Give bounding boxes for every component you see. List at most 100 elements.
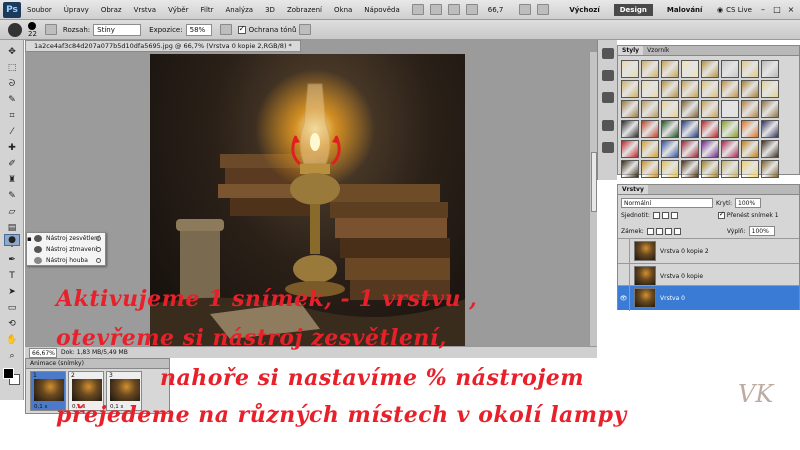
menu-file[interactable]: Soubor [27, 6, 52, 14]
brush-tool-icon[interactable]: ✐ [4, 158, 20, 170]
style-swatch[interactable] [761, 100, 779, 118]
flyout-item-sponge[interactable]: Nástroj houba [27, 255, 105, 266]
style-swatch[interactable] [721, 120, 739, 138]
document-tab[interactable]: 1a2ce4af3c84d207a077b5d10dfa5695.jpg @ 6… [25, 40, 301, 52]
frame-delay[interactable]: 0,1 s [34, 404, 47, 410]
tab-layers[interactable]: Vrstvy [618, 185, 648, 194]
type-tool-icon[interactable]: T [4, 270, 20, 282]
style-swatch[interactable] [641, 80, 659, 98]
unify-visibility-icon[interactable] [661, 212, 669, 219]
shape-tool-icon[interactable]: ▭ [4, 302, 20, 314]
menu-edit[interactable]: Úpravy [64, 6, 89, 14]
style-swatch[interactable] [701, 100, 719, 118]
style-swatch[interactable] [681, 100, 699, 118]
style-swatch[interactable] [641, 60, 659, 78]
menu-3d[interactable]: 3D [265, 6, 275, 14]
marquee-tool-icon[interactable]: ⬚ [4, 62, 20, 74]
style-swatch[interactable] [741, 80, 759, 98]
style-swatch[interactable] [621, 100, 639, 118]
menu-help[interactable]: Nápověda [364, 6, 399, 14]
maximize-button[interactable]: □ [772, 5, 782, 15]
lock-transparency-icon[interactable] [646, 227, 654, 235]
propagate-frame-checkbox[interactable] [717, 210, 725, 219]
eraser-tool-icon[interactable]: ▱ [4, 206, 20, 218]
unify-style-icon[interactable] [670, 212, 678, 219]
lock-pixels-icon[interactable] [655, 227, 663, 235]
move-tool-icon[interactable]: ✥ [4, 46, 20, 58]
blend-mode-select[interactable]: Normální [621, 198, 713, 208]
style-swatch[interactable] [641, 140, 659, 158]
style-swatch[interactable] [661, 100, 679, 118]
dodge-tool-icon[interactable] [8, 22, 22, 37]
menu-window[interactable]: Okna [334, 6, 352, 14]
layer-row-selected[interactable]: 👁 Vrstva 0 [618, 285, 799, 311]
lock-all-icon[interactable] [673, 227, 681, 235]
actions-panel-icon[interactable] [602, 70, 614, 81]
style-swatch[interactable] [661, 120, 679, 138]
fill-input[interactable]: 100% [748, 226, 775, 236]
style-swatch[interactable] [741, 100, 759, 118]
brush-panel-icon[interactable] [44, 24, 57, 35]
3d-rotate-tool-icon[interactable]: ⟲ [4, 318, 20, 330]
range-select[interactable]: Stíny [93, 23, 142, 36]
brush-preset-picker[interactable]: 22 [28, 21, 37, 38]
minibridge-icon[interactable] [429, 4, 442, 15]
zoom-tool-icon[interactable] [465, 4, 478, 15]
style-swatch[interactable] [701, 160, 719, 178]
workspace-design[interactable]: Design [613, 3, 653, 16]
style-swatch[interactable] [721, 100, 739, 118]
style-swatch[interactable] [621, 80, 639, 98]
hand-tool-icon[interactable]: ✋ [4, 334, 20, 346]
visibility-toggle[interactable] [618, 238, 630, 264]
layer-row[interactable]: Vrstva 0 kopie 2 [618, 238, 799, 264]
tab-styles[interactable]: Styly [618, 46, 644, 55]
lock-position-icon[interactable] [664, 227, 672, 235]
style-swatch[interactable] [621, 160, 639, 178]
airbrush-icon[interactable] [219, 24, 232, 35]
style-swatch[interactable] [661, 60, 679, 78]
style-swatch[interactable] [621, 140, 639, 158]
workspace-painting[interactable]: Malování [661, 4, 709, 16]
opacity-input[interactable]: 100% [735, 198, 761, 208]
hand-tool-icon[interactable] [447, 4, 460, 15]
zoom-field[interactable]: 66,67% [29, 347, 57, 358]
style-swatch[interactable] [741, 120, 759, 138]
gradient-tool-icon[interactable]: ▤ [4, 222, 20, 234]
close-button[interactable]: × [786, 5, 796, 15]
zoom-tool-icon[interactable]: ⌕ [4, 350, 20, 362]
healing-brush-tool-icon[interactable]: ✚ [4, 142, 20, 154]
style-swatch[interactable] [761, 160, 779, 178]
dodge-tool-selected-icon[interactable]: ● [4, 234, 20, 246]
vertical-scrollbar[interactable] [589, 52, 597, 348]
style-swatch[interactable] [721, 80, 739, 98]
protect-tones-checkbox[interactable] [237, 24, 246, 34]
crop-tool-icon[interactable]: ⌗ [4, 110, 20, 122]
style-swatch[interactable] [701, 80, 719, 98]
zoom-level-dropdown[interactable]: 66,7 [488, 6, 504, 14]
style-swatch[interactable] [741, 160, 759, 178]
style-swatch[interactable] [641, 160, 659, 178]
quick-select-tool-icon[interactable]: ✎ [4, 94, 20, 106]
foreground-color-swatch[interactable] [3, 368, 14, 379]
menu-filter[interactable]: Filtr [200, 6, 213, 14]
style-swatch[interactable] [721, 60, 739, 78]
pressure-icon[interactable] [299, 24, 312, 35]
style-swatch[interactable] [701, 120, 719, 138]
arrange-documents-icon[interactable] [519, 4, 532, 15]
style-swatch[interactable] [761, 140, 779, 158]
menu-select[interactable]: Výběr [168, 6, 188, 14]
minimize-button[interactable]: – [758, 5, 768, 15]
eye-icon[interactable]: 👁 [618, 285, 630, 311]
eyedropper-tool-icon[interactable]: ⁄ [4, 126, 20, 138]
tab-swatches[interactable]: Vzorník [643, 46, 673, 55]
style-swatch[interactable] [721, 140, 739, 158]
clone-stamp-tool-icon[interactable]: ♜ [4, 174, 20, 186]
adjustments-panel-icon[interactable] [602, 120, 614, 131]
pen-tool-icon[interactable]: ✒ [4, 254, 20, 266]
bridge-icon[interactable] [411, 4, 424, 15]
menu-view[interactable]: Zobrazení [287, 6, 322, 14]
style-swatch[interactable] [761, 80, 779, 98]
style-swatch[interactable] [621, 120, 639, 138]
screen-mode-icon[interactable] [537, 4, 550, 15]
style-swatch[interactable] [661, 140, 679, 158]
